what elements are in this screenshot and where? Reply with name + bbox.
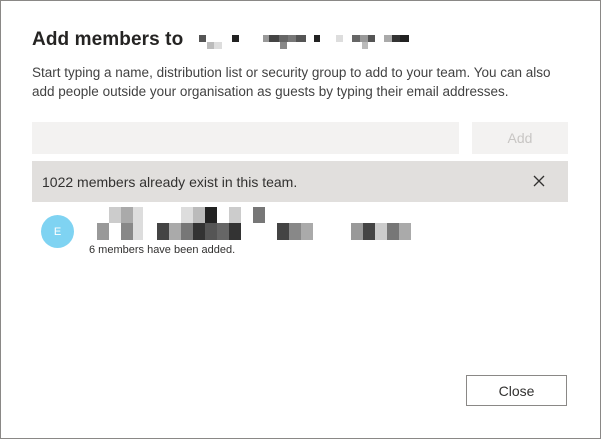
redacted-member-names bbox=[97, 207, 417, 243]
member-search-input[interactable] bbox=[32, 122, 459, 154]
member-status-text: 6 members have been added. bbox=[89, 244, 236, 256]
add-button[interactable]: Add bbox=[472, 122, 568, 154]
dialog-title: Add members to bbox=[32, 29, 184, 50]
redacted-team-name bbox=[199, 29, 419, 51]
notice-text: 1022 members already exist in this team. bbox=[42, 173, 298, 190]
close-button[interactable]: Close bbox=[466, 375, 567, 406]
avatar: E bbox=[41, 215, 74, 248]
dialog-header: Add members to bbox=[32, 29, 419, 51]
existing-members-notice: 1022 members already exist in this team. bbox=[32, 161, 568, 202]
added-member-entry: E 6 members have been added. bbox=[41, 207, 561, 257]
add-members-dialog: Add members to Start typing a name, dist… bbox=[0, 0, 601, 439]
dialog-description: Start typing a name, distribution list o… bbox=[32, 65, 551, 99]
close-icon[interactable] bbox=[532, 174, 546, 188]
